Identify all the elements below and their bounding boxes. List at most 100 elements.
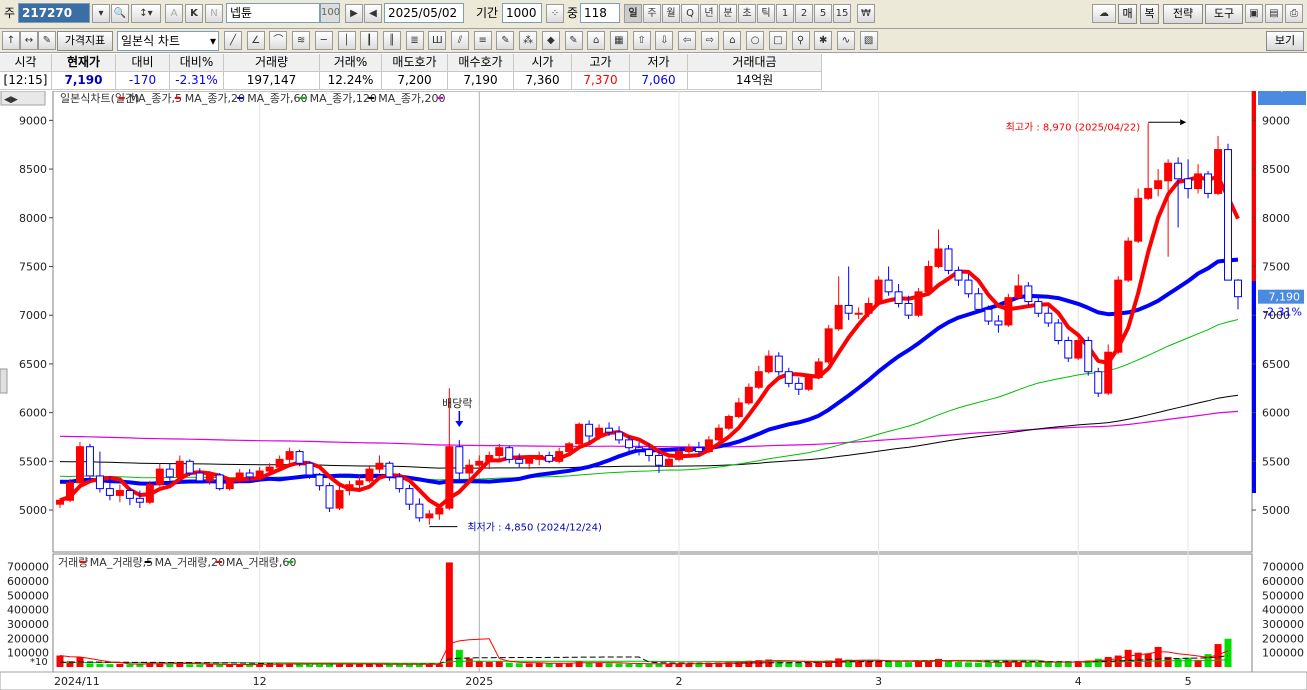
draw-tool-24-icon[interactable]: ○ [746, 31, 765, 50]
candle-body [525, 458, 534, 464]
timeframe-8[interactable]: 틱 [757, 4, 775, 23]
zoom-field[interactable]: 100 [320, 3, 340, 23]
timeframe-1[interactable]: 일 [624, 4, 642, 23]
draw-tool-22-icon[interactable]: ⇨ [700, 31, 719, 50]
candle-body [515, 458, 524, 464]
timeframe-11[interactable]: 5 [814, 4, 832, 23]
won-icon[interactable]: ₩ [857, 4, 875, 23]
indicator-button[interactable]: 가격지표 [57, 31, 113, 51]
count-input[interactable]: 118 [580, 3, 620, 23]
candle-body [654, 454, 663, 466]
candle-body [335, 490, 344, 509]
draw-tool-2-icon[interactable]: ∠ [246, 31, 265, 50]
draw-tool-5-icon[interactable]: ─ [314, 31, 333, 50]
chevron-down-icon: ▾ [209, 34, 216, 48]
volume-bar [206, 664, 214, 667]
right-button-4[interactable]: 도구 [1205, 4, 1243, 24]
draw-tool-1-icon[interactable]: ╱ [224, 31, 242, 50]
cloud-icon[interactable]: ☁ [1092, 4, 1116, 23]
timeframe-9[interactable]: 1 [776, 4, 794, 23]
search-icon[interactable]: 🔍 [111, 4, 129, 23]
candle [824, 324, 833, 364]
timeframe-12[interactable]: 15 [833, 4, 851, 23]
volume-bar [645, 664, 653, 667]
candle-body [485, 454, 494, 462]
legend-swatch [144, 561, 151, 563]
a-icon[interactable]: A [165, 4, 183, 23]
draw-tool-11-icon[interactable]: ⫽ [451, 31, 469, 50]
stock-name-field[interactable]: 넵튠 [226, 3, 320, 23]
save-icon[interactable]: ▤ [1265, 4, 1283, 23]
draw-tool-20-icon[interactable]: ⇩ [655, 31, 674, 50]
draw-tool-9-icon[interactable]: ≣ [405, 31, 424, 50]
draw-tool-28-icon[interactable]: ∿ [836, 31, 855, 50]
candle-body [245, 472, 254, 478]
play-next-icon[interactable]: ▶ [345, 4, 363, 23]
candle-body [804, 377, 813, 390]
print-icon[interactable]: ⎙ [1285, 4, 1303, 23]
timeframe-5[interactable]: 년 [700, 4, 718, 23]
right-button-1[interactable]: 매 [1118, 4, 1137, 24]
n-icon[interactable]: N [205, 4, 223, 23]
draw-tool-13-icon[interactable]: ✎ [496, 31, 515, 50]
draw-tool-27-icon[interactable]: ✱ [814, 31, 833, 50]
date-input[interactable]: 2025/05/02 [384, 3, 464, 23]
candle [1124, 237, 1133, 283]
arrow-up-icon[interactable]: ↑ [2, 31, 20, 50]
y-tick-label-left: 5000 [19, 504, 47, 517]
vol-tick-label-left: 400000 [7, 604, 49, 617]
dropdown-arrow-icon[interactable]: ▾ [92, 4, 110, 23]
volume-bar [126, 664, 134, 667]
nav-arrows-icon[interactable]: ◀▶ [4, 95, 18, 105]
draw-tool-8-icon[interactable]: ║ [382, 31, 401, 50]
side-panel-toggle[interactable] [0, 368, 8, 394]
quote-value-9: 7,360 [514, 72, 572, 90]
draw-tool-12-icon[interactable]: ≡ [473, 31, 492, 50]
draw-tool-21-icon[interactable]: ⇦ [678, 31, 696, 50]
y-tick-label-right: 9000 [1262, 114, 1290, 127]
k-icon[interactable]: K [185, 4, 203, 23]
candle-body [1234, 279, 1242, 298]
draw-tool-23-icon[interactable]: ⌂ [723, 31, 742, 50]
lock-icon[interactable]: ▣ [1245, 4, 1263, 23]
volume-bar [905, 662, 913, 667]
chart-style-select[interactable]: 일본식 차트 ▾ [117, 31, 219, 51]
volume-bar [116, 663, 124, 667]
vol-tick-label-left: 600000 [7, 575, 49, 588]
draw-tool-3-icon[interactable]: ⌒ [269, 31, 288, 50]
right-button-2[interactable]: 복 [1140, 4, 1159, 24]
view-button[interactable]: 보기 [1266, 31, 1304, 51]
draw-tool-17-icon[interactable]: ⌂ [587, 31, 606, 50]
timeframe-6[interactable]: 분 [719, 4, 737, 23]
draw-tool-18-icon[interactable]: ▦ [609, 31, 628, 50]
timeframe-7[interactable]: 초 [738, 4, 756, 23]
timeframe-2[interactable]: 주 [643, 4, 661, 23]
draw-tool-10-icon[interactable]: Ш [428, 31, 447, 50]
draw-tool-4-icon[interactable]: ≋ [292, 31, 311, 50]
draw-tool-16-icon[interactable]: ✎ [564, 31, 583, 50]
draw-tool-26-icon[interactable]: ⚲ [791, 31, 810, 50]
stock-code-input[interactable]: 217270 [18, 3, 90, 23]
sort-icon[interactable]: ↕▾ [131, 4, 161, 23]
draw-tool-29-icon[interactable]: ▧ [859, 31, 878, 50]
draw-tool-19-icon[interactable]: ⇧ [632, 31, 651, 50]
timeframe-3[interactable]: 월 [662, 4, 680, 23]
timeframe-4[interactable]: Q [681, 4, 699, 23]
legend-swatch [299, 97, 306, 99]
draw-tool-15-icon[interactable]: ◆ [541, 31, 560, 50]
main-toolbar: 주 217270 ▾ 🔍 ↕▾ A K N 넵튠 100 ▶ ◀ 2025/05… [0, 0, 1307, 29]
draw-tool-6-icon[interactable]: │ [337, 31, 356, 50]
right-button-3[interactable]: 전략 [1163, 4, 1203, 24]
edit-icon[interactable]: ✎ [38, 31, 56, 50]
settings-icon[interactable]: ⁘ [546, 4, 564, 23]
draw-tool-25-icon[interactable]: □ [768, 31, 787, 50]
expand-icon[interactable]: ↔ [20, 31, 38, 50]
play-prev-icon[interactable]: ◀ [364, 4, 382, 23]
draw-tool-7-icon[interactable]: ┃ [360, 31, 379, 50]
timeframe-10[interactable]: 2 [795, 4, 813, 23]
candle-body [365, 468, 374, 482]
draw-tool-14-icon[interactable]: ⁂ [519, 31, 538, 50]
volume-bar [695, 663, 703, 667]
period-input[interactable]: 1000 [502, 3, 542, 23]
price-chart[interactable]: 5000 5000 5500 5500 6000 6000 6500 6500 7000 7000… [0, 91, 1307, 690]
